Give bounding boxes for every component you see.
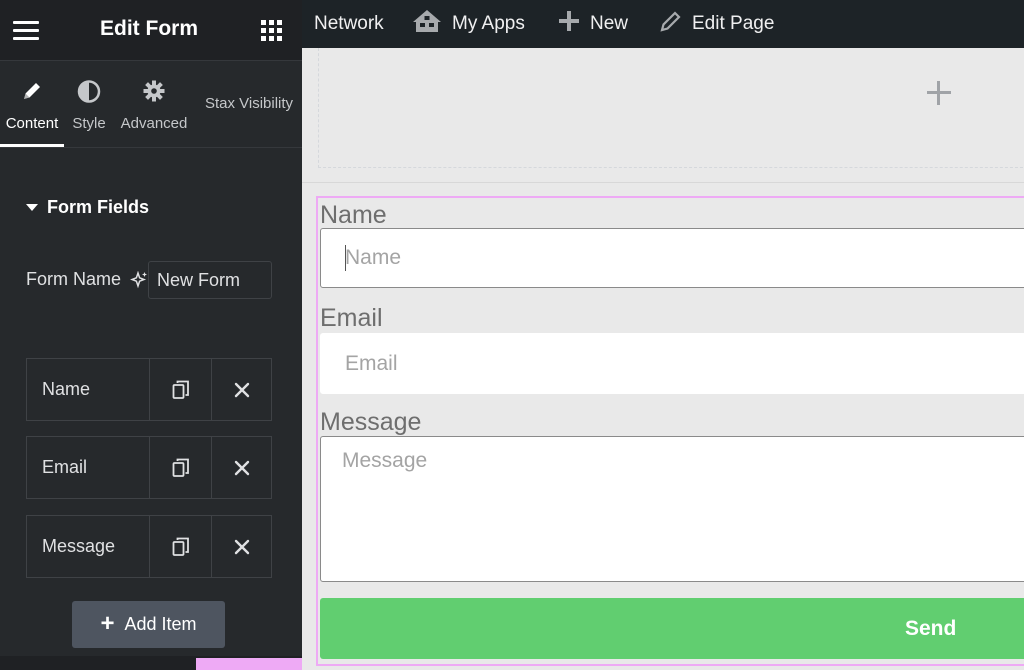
- tab-content-label: Content: [5, 115, 59, 132]
- send-button-label: Send: [905, 617, 957, 640]
- name-field-label: Name: [320, 201, 387, 229]
- pencil-icon: [660, 10, 682, 38]
- panel-footer-accent: [196, 658, 302, 670]
- add-item-label: Add Item: [124, 614, 197, 634]
- tab-advanced-label: Advanced: [120, 115, 188, 132]
- adminbar-network[interactable]: Network: [314, 0, 384, 48]
- form-name-input[interactable]: [148, 261, 272, 299]
- adminbar-my-apps-label: My Apps: [452, 13, 525, 34]
- remove-icon[interactable]: [211, 359, 272, 420]
- adminbar-network-label: Network: [314, 13, 384, 34]
- half-circle-icon: [77, 80, 101, 108]
- editor-canvas: Name Email Message Send: [302, 48, 1024, 670]
- editor-panel: Edit Form Content Style Advanced Stax Vi…: [0, 0, 302, 670]
- repeater-item[interactable]: Message: [26, 515, 272, 578]
- gear-icon: [143, 80, 165, 107]
- plus-icon: +: [100, 609, 115, 637]
- admin-bar: Network My Apps New Edit Page: [302, 0, 1024, 48]
- adminbar-edit-page-label: Edit Page: [692, 13, 775, 34]
- panel-title: Edit Form: [100, 17, 198, 40]
- add-section-plus-icon[interactable]: [927, 81, 951, 105]
- tab-style-label: Style: [72, 115, 106, 132]
- repeater-item[interactable]: Email: [26, 436, 272, 499]
- adminbar-new-label: New: [590, 13, 629, 34]
- name-input[interactable]: [320, 228, 1024, 288]
- panel-tabs: Content Style Advanced Stax Visibility: [0, 61, 302, 148]
- duplicate-icon[interactable]: [149, 516, 211, 577]
- message-field-label: Message: [320, 408, 422, 436]
- send-button[interactable]: Send: [320, 598, 1024, 659]
- panel-header: Edit Form: [0, 0, 302, 61]
- remove-icon[interactable]: [211, 437, 272, 498]
- pencil-icon: [21, 80, 43, 107]
- message-textarea[interactable]: [320, 436, 1024, 582]
- adminbar-my-apps[interactable]: My Apps: [412, 0, 525, 48]
- text-cursor: [345, 245, 346, 271]
- widgets-grid-icon[interactable]: [261, 20, 282, 41]
- repeater-item-title[interactable]: Email: [42, 457, 87, 478]
- tab-stax-visibility[interactable]: Stax Visibility: [198, 61, 300, 147]
- remove-icon[interactable]: [211, 516, 272, 577]
- ai-sparkle-icon[interactable]: [129, 270, 148, 289]
- add-item-button[interactable]: + Add Item: [72, 601, 225, 648]
- adminbar-new[interactable]: New: [558, 0, 628, 48]
- section-title: Form Fields: [47, 197, 150, 217]
- repeater-item[interactable]: Name: [26, 358, 272, 421]
- repeater-item-title[interactable]: Name: [42, 379, 90, 400]
- houses-icon: [412, 9, 442, 39]
- plus-icon: [558, 10, 580, 38]
- adminbar-edit-page[interactable]: Edit Page: [660, 0, 774, 48]
- caret-down-icon: [26, 204, 38, 211]
- duplicate-icon[interactable]: [149, 359, 211, 420]
- tab-style[interactable]: Style: [66, 61, 112, 147]
- form-name-label: Form Name: [26, 269, 122, 289]
- hamburger-menu-icon[interactable]: [13, 21, 39, 41]
- form-fields-section-toggle[interactable]: Form Fields: [26, 197, 149, 218]
- empty-section-dropzone: [318, 48, 1024, 168]
- tab-stax-visibility-label: Stax Visibility: [204, 95, 294, 112]
- form-widget[interactable]: Name Email Message Send: [316, 196, 1024, 666]
- email-input[interactable]: [320, 333, 1024, 394]
- section-divider: [302, 182, 1024, 183]
- duplicate-icon[interactable]: [149, 437, 211, 498]
- email-field-label: Email: [320, 304, 383, 332]
- repeater-item-title[interactable]: Message: [42, 536, 115, 557]
- tab-content[interactable]: Content: [0, 61, 64, 147]
- tab-advanced[interactable]: Advanced: [117, 61, 191, 147]
